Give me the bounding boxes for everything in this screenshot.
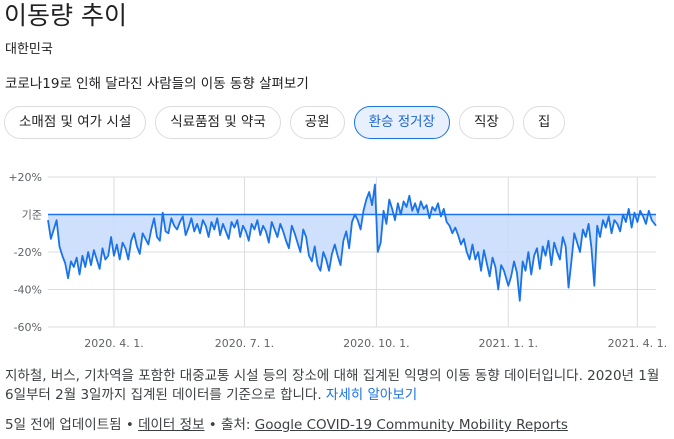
footer: 5일 전에 업데이트됨 • 데이터 정보 • 출처: Google COVID-… <box>5 413 568 433</box>
x-tick-label: 2021. 4. 1. <box>608 337 667 350</box>
footer-separator: • <box>204 417 222 433</box>
footer-separator: • <box>121 417 139 433</box>
chip-parks[interactable]: 공원 <box>289 106 345 139</box>
x-tick-label: 2020. 4. 1. <box>84 337 143 350</box>
chip-retail-recreation[interactable]: 소매점 및 여가 시설 <box>4 106 147 139</box>
chip-grocery-pharmacy[interactable]: 식료품점 및 약국 <box>155 106 281 139</box>
x-tick-label: 2021. 1. 1. <box>479 337 538 350</box>
chip-workplaces[interactable]: 직장 <box>459 106 514 139</box>
category-chips: 소매점 및 여가 시설 식료품점 및 약국 공원 환승 정거장 직장 집 <box>4 106 566 139</box>
x-tick-label: 2020. 7. 1. <box>215 337 274 350</box>
region-label: 대한민국 <box>5 42 53 57</box>
y-tick-label: +20% <box>8 171 42 184</box>
x-tick-label: 2020. 10. 1. <box>343 337 409 350</box>
y-tick-label: -60% <box>14 321 42 334</box>
mobility-chart: +20% 기준 -20% -40% -60% 2020. 4. 1. 2020. 7. 1.… <box>8 171 667 350</box>
source-prefix: 출처: <box>221 417 255 433</box>
learn-more-link[interactable]: 자세히 알아보기 <box>326 387 417 403</box>
page-subtitle: 코로나19로 인해 달라진 사람들의 이동 동향 살펴보기 <box>5 76 309 92</box>
y-tick-label: -20% <box>14 246 42 259</box>
description: 지하철, 버스, 기차역을 포함한 대중교통 시설 등의 장소에 대해 집계된 … <box>5 367 665 405</box>
chip-transit-stations[interactable]: 환승 정거장 <box>353 106 451 139</box>
source-link[interactable]: Google COVID-19 Community Mobility Repor… <box>255 417 568 433</box>
y-tick-label: -40% <box>14 284 42 297</box>
page-title: 이동량 추이 <box>4 1 127 30</box>
chip-residential[interactable]: 집 <box>522 106 566 139</box>
updated-text: 5일 전에 업데이트됨 <box>5 417 122 433</box>
y-tick-label: 기준 <box>22 209 42 222</box>
data-info-link[interactable]: 데이터 정보 <box>138 417 204 433</box>
